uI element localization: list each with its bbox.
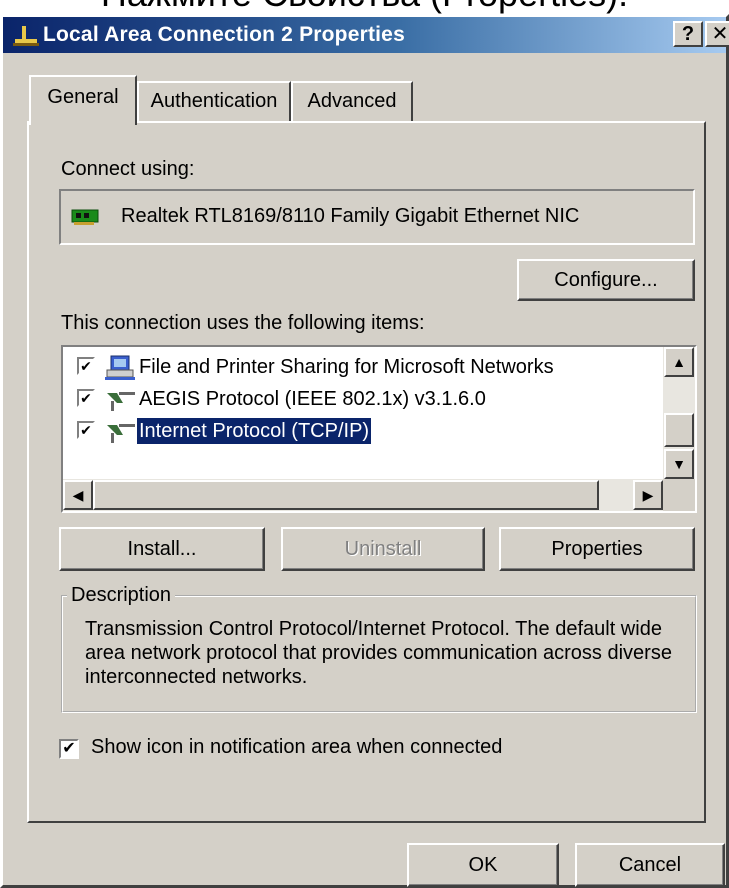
item-checkbox[interactable]: ✔ xyxy=(77,357,95,375)
scroll-corner xyxy=(663,479,695,511)
horizontal-scrollbar[interactable]: ◀ ▶ xyxy=(63,479,663,511)
properties-dialog: Local Area Connection 2 Properties ? ✕ G… xyxy=(0,14,729,888)
scroll-right-icon[interactable]: ▶ xyxy=(633,480,663,510)
scroll-thumb[interactable] xyxy=(664,413,694,447)
general-panel: Connect using: Realtek RTL8169/8110 Fami… xyxy=(27,121,706,823)
components-list[interactable]: ✔ File and Printer Sharing for Microsoft… xyxy=(61,345,697,513)
install-button[interactable]: Install... xyxy=(59,527,265,571)
configure-button[interactable]: Configure... xyxy=(517,259,695,301)
connect-using-label: Connect using: xyxy=(61,158,195,180)
ok-button[interactable]: OK xyxy=(407,843,559,887)
help-button[interactable]: ? xyxy=(673,21,703,47)
scroll-left-icon[interactable]: ◀ xyxy=(63,480,93,510)
tab-authentication[interactable]: Authentication xyxy=(137,81,291,121)
title-bar: Local Area Connection 2 Properties ? ✕ xyxy=(3,17,729,53)
item-label-selected: Internet Protocol (TCP/IP) xyxy=(135,417,373,445)
tab-general[interactable]: General xyxy=(29,75,137,125)
window-title: Local Area Connection 2 Properties xyxy=(43,23,405,46)
top-caption: Нажмите Свойства (Properties). xyxy=(0,0,729,14)
uninstall-button[interactable]: Uninstall xyxy=(281,527,485,571)
properties-button[interactable]: Properties xyxy=(499,527,695,571)
printer-sharing-icon xyxy=(105,355,135,380)
item-checkbox[interactable]: ✔ xyxy=(77,421,95,439)
vertical-scrollbar[interactable]: ▲ ▼ xyxy=(663,347,695,479)
network-protocol-icon xyxy=(107,424,135,443)
tab-advanced[interactable]: Advanced xyxy=(291,81,413,121)
network-card-icon xyxy=(71,209,99,225)
adapter-box: Realtek RTL8169/8110 Family Gigabit Ethe… xyxy=(59,189,695,245)
cancel-button[interactable]: Cancel xyxy=(575,843,725,887)
network-protocol-icon xyxy=(107,392,135,411)
adapter-name: Realtek RTL8169/8110 Family Gigabit Ethe… xyxy=(121,205,580,227)
network-connection-icon xyxy=(13,26,39,46)
scroll-down-icon[interactable]: ▼ xyxy=(664,449,694,479)
notify-checkbox[interactable]: ✔ xyxy=(59,739,79,759)
components-label: This connection uses the following items… xyxy=(61,312,425,334)
description-legend: Description xyxy=(67,583,176,607)
close-button[interactable]: ✕ xyxy=(705,21,729,47)
description-group: Description Transmission Control Protoco… xyxy=(61,583,697,713)
item-checkbox[interactable]: ✔ xyxy=(77,389,95,407)
notify-label[interactable]: Show icon in notification area when conn… xyxy=(91,735,502,759)
item-label: AEGIS Protocol (IEEE 802.1x) v3.1.6.0 xyxy=(139,388,486,410)
horizontal-scroll-thumb[interactable] xyxy=(93,480,599,510)
description-text: Transmission Control Protocol/Internet P… xyxy=(85,618,672,688)
item-label: File and Printer Sharing for Microsoft N… xyxy=(139,356,554,378)
scroll-up-icon[interactable]: ▲ xyxy=(664,347,694,377)
